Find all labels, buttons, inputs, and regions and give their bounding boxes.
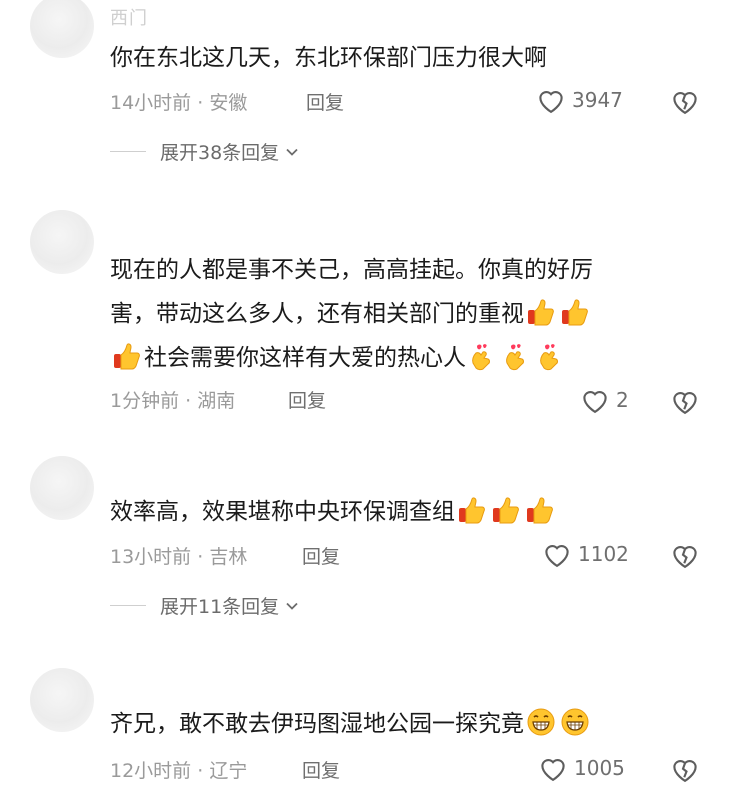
reply-button[interactable]: 回复 (302, 756, 340, 783)
like-button[interactable]: 1102 (542, 540, 629, 568)
chevron-down-icon (286, 602, 298, 610)
like-count: 3947 (572, 88, 623, 112)
comment-text-line-with-emoji: 社会需要你这样有大爱的热心人 (110, 336, 680, 380)
meta-separator: · (191, 92, 210, 114)
comment-text: 你在东北这几天，东北环保部门压力很大啊 (110, 45, 547, 71)
finger-heart-emoji (536, 341, 566, 371)
thumbs-up-emoji (526, 297, 556, 327)
reply-button[interactable]: 回复 (306, 88, 344, 115)
comment-text-line: 效率高，效果堪称中央环保调查组 (110, 499, 455, 525)
comment-item: 现在的人都是事不关己，高高挂起。你真的好厉 害，带动这么多人，还有相关部门的重视… (0, 200, 731, 430)
comment-text-line: 齐兄，敢不敢去伊玛图湿地公园一探究竟 (110, 711, 524, 737)
like-button[interactable]: 1005 (538, 754, 625, 782)
finger-heart-emoji (468, 341, 498, 371)
comment-meta: 12小时前 · 辽宁 (110, 756, 247, 783)
like-count: 2 (616, 388, 629, 412)
broken-heart-icon[interactable] (670, 86, 700, 116)
comment-item: 齐兄，敢不敢去伊玛图湿地公园一探究竟 12小时前 · 辽宁 回复 1005 (0, 660, 731, 800)
comment-text-line: 现在的人都是事不关己，高高挂起。你真的好厉 (110, 257, 593, 283)
thumbs-up-emoji (457, 495, 487, 525)
avatar[interactable] (30, 456, 94, 520)
thumbs-up-emoji (560, 297, 590, 327)
expand-replies[interactable]: 展开38条回复 (110, 138, 299, 165)
comment-text-line: 社会需要你这样有大爱的热心人 (144, 345, 466, 371)
like-count: 1005 (574, 756, 625, 780)
like-button[interactable]: 3947 (536, 86, 623, 114)
comment-location: 辽宁 (209, 760, 248, 782)
comment-location: 吉林 (209, 546, 248, 568)
comment-meta: 1分钟前 · 湖南 (110, 386, 235, 413)
comment-time: 1分钟前 (110, 390, 180, 412)
chevron-down-icon (286, 148, 298, 156)
meta-separator: · (191, 760, 210, 782)
expand-replies[interactable]: 展开11条回复 (110, 592, 299, 619)
reply-button[interactable]: 回复 (288, 386, 326, 413)
comment-time: 14小时前 (110, 92, 192, 114)
like-button[interactable]: 2 (580, 386, 629, 414)
comment-text-line-with-emoji: 害，带动这么多人，还有相关部门的重视 (110, 292, 680, 336)
heart-outline-icon (541, 759, 565, 782)
comment-item: 西门 你在东北这几天，东北环保部门压力很大啊 14小时前 · 安徽 回复 394… (0, 0, 731, 180)
comment-time: 12小时前 (110, 760, 192, 782)
comment-text: 效率高，效果堪称中央环保调查组 (110, 490, 680, 534)
comment-item: 效率高，效果堪称中央环保调查组 13小时前 · 吉林 回复 1102 展开11条… (0, 448, 731, 628)
comment-text: 齐兄，敢不敢去伊玛图湿地公园一探究竟 (110, 702, 680, 746)
username[interactable]: 西门 (110, 4, 148, 30)
divider-dash (110, 151, 146, 152)
comment-meta: 14小时前 · 安徽 (110, 88, 247, 115)
thumbs-up-emoji (525, 495, 555, 525)
meta-separator: · (179, 390, 198, 412)
comment-time: 13小时前 (110, 546, 192, 568)
comment-text: 现在的人都是事不关己，高高挂起。你真的好厉 害，带动这么多人，还有相关部门的重视… (110, 248, 680, 380)
avatar[interactable] (30, 0, 94, 58)
comment-meta: 13小时前 · 吉林 (110, 542, 247, 569)
heart-outline-icon (583, 391, 607, 414)
thumbs-up-emoji (491, 495, 521, 525)
broken-heart-icon[interactable] (670, 540, 700, 570)
grinning-emoji (526, 707, 556, 737)
reply-button[interactable]: 回复 (302, 542, 340, 569)
heart-outline-icon (539, 91, 563, 114)
broken-heart-icon[interactable] (670, 754, 700, 784)
meta-separator: · (191, 546, 210, 568)
like-count: 1102 (578, 542, 629, 566)
thumbs-up-emoji (112, 341, 142, 371)
comment-location: 安徽 (209, 92, 248, 114)
expand-label: 展开11条回复 (160, 596, 280, 618)
avatar[interactable] (30, 668, 94, 732)
grinning-emoji (560, 707, 590, 737)
finger-heart-emoji (502, 341, 532, 371)
comment-text-line: 害，带动这么多人，还有相关部门的重视 (110, 301, 524, 327)
broken-heart-icon[interactable] (670, 386, 700, 416)
expand-label: 展开38条回复 (160, 142, 280, 164)
divider-dash (110, 605, 146, 606)
heart-outline-icon (545, 545, 569, 568)
avatar[interactable] (30, 210, 94, 274)
comment-location: 湖南 (197, 390, 236, 412)
